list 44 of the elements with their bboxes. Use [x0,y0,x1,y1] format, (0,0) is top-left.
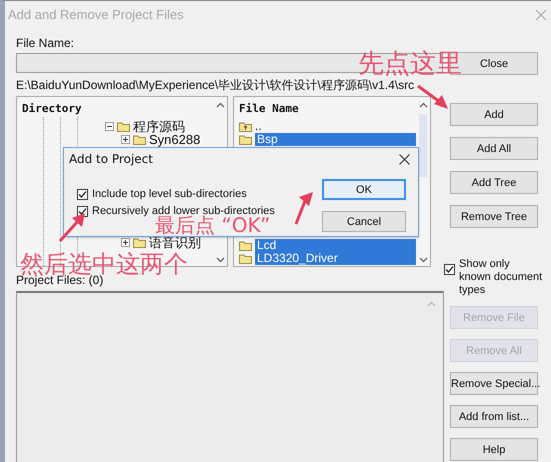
scroll-down-icon[interactable] [418,257,428,263]
folder-icon [117,121,130,132]
checkbox-label: Recursively add lower sub-directories [92,205,275,217]
annotation-arrow [294,192,313,225]
tree-item[interactable]: Syn6288 [149,133,200,146]
check-icon [445,265,454,274]
dialog-button[interactable]: Add [450,103,538,126]
current-path: E:\BaiduYunDownload\MyExperience\毕业设计\软件设计\程序源码\v1.4\src [16,79,416,92]
collapse-icon[interactable] [105,122,114,131]
file-row[interactable]: .. [239,120,416,133]
column-header: Directory [22,102,82,115]
scrollbar-thumb[interactable] [419,114,427,177]
scroll-up-icon[interactable] [216,102,224,108]
annotation-text: 然后选中这两个 [20,252,188,276]
annotation-arrow [58,213,85,242]
dialog-button[interactable]: Help [450,438,538,461]
cancel-button[interactable]: Cancel [322,211,406,232]
dialog-button[interactable]: Add Tree [450,171,538,194]
expand-icon[interactable] [121,135,130,144]
checkbox[interactable] [444,264,455,275]
window-title: Add and Remove Project Files [8,7,184,22]
dialog-title: Add to Project [69,152,153,166]
checkbox-label: Show only known document types [459,258,544,297]
dialog-button[interactable]: Remove Tree [450,205,538,228]
parent-folder-icon [239,121,252,132]
close-icon[interactable] [399,154,410,164]
folder-icon [239,253,252,264]
column-header: File Name [239,102,299,115]
dialog-button[interactable]: Add All [450,137,538,160]
folder-icon [239,240,252,251]
scroll-up-icon[interactable] [418,102,428,108]
annotation-arrow [417,84,448,109]
folder-icon [239,134,252,145]
checkbox[interactable] [77,188,88,200]
dialog-button[interactable]: Remove Special... [450,372,538,395]
tree-item[interactable]: 程序源码 [133,120,185,133]
checkbox-label: Include top level sub-directories [92,188,247,200]
annotation-text: 最后点 “OK” [155,214,270,236]
scroll-down-icon[interactable] [216,257,224,263]
expand-icon[interactable] [121,238,130,247]
ok-button[interactable]: OK [322,179,406,200]
tree-item[interactable]: 语音识别 [149,236,201,249]
field-label: File Name: [16,36,76,50]
dialog-button[interactable]: Add from list... [450,405,538,428]
